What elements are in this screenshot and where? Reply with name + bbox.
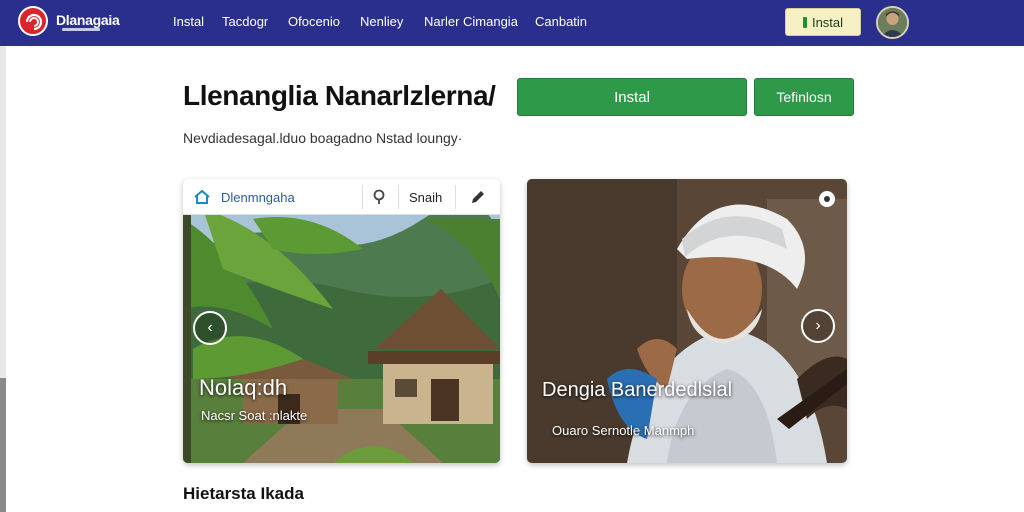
menu-dot-icon[interactable]: [819, 191, 835, 207]
user-avatar[interactable]: [876, 6, 909, 39]
portrait-card-title: Dengia Banerdedlslal: [542, 379, 733, 401]
page-subtitle: Nevdiadesagal.lduo boagadno Nstad loungy…: [183, 130, 463, 146]
brand-logo-icon[interactable]: [18, 6, 48, 36]
secondary-button[interactable]: Tefinlosn: [754, 78, 854, 116]
card-search-bar: Dlenmngaha Snaih: [183, 179, 500, 215]
village-card-title: Nolaq:dh: [199, 375, 288, 400]
search-divider: [455, 185, 456, 209]
nav-link-instal[interactable]: Instal: [173, 14, 204, 29]
nav-link-canbatin[interactable]: Canbatin: [535, 14, 587, 29]
nav-link-tacdogr[interactable]: Tacdogr: [222, 14, 268, 29]
search-button-label[interactable]: Snaih: [409, 190, 442, 205]
section-title: Hietarsta Ikada: [183, 484, 304, 503]
village-card-subtitle: Nacsr Soat :nlakte: [201, 408, 308, 423]
search-divider: [362, 185, 363, 209]
brand-name[interactable]: Dlanagaia: [56, 12, 120, 28]
header-install-button[interactable]: Instal: [785, 8, 861, 36]
chevron-right-icon[interactable]: ›: [801, 309, 835, 343]
portrait-card[interactable]: › Dengia Banerdedlslal Ouaro Sernotle Ma…: [527, 179, 847, 463]
portrait-image: [527, 179, 847, 463]
home-icon[interactable]: [193, 189, 211, 205]
nav-link-narler-cimangia[interactable]: Narler Cimangia: [424, 14, 518, 29]
install-button[interactable]: Instal: [517, 78, 747, 116]
nav-link-ofocenio[interactable]: Ofocenio: [288, 14, 340, 29]
pen-icon[interactable]: [469, 188, 487, 206]
village-card[interactable]: Dlenmngaha Snaih ‹ Nolaq:dh Nacsr Soat :…: [183, 179, 500, 463]
portrait-card-subtitle: Ouaro Sernotle Manmph: [552, 423, 695, 438]
header-install-label: Instal: [811, 14, 844, 30]
window-edge-shadow: [0, 378, 6, 512]
search-divider: [398, 185, 399, 209]
page-title: Llenanglia Nanarlzlerna/: [183, 80, 496, 111]
top-navigation-bar: Dlanagaia Instal Tacdogr Ofocenio Nenlie…: [0, 0, 1024, 46]
search-location-label[interactable]: Dlenmngaha: [221, 190, 295, 205]
search-icon[interactable]: [372, 189, 386, 205]
nav-link-nenliey[interactable]: Nenliey: [360, 14, 403, 29]
brand-tagline-bar: [62, 28, 100, 31]
install-marker-icon: [802, 16, 807, 28]
chevron-left-icon[interactable]: ‹: [193, 311, 227, 345]
